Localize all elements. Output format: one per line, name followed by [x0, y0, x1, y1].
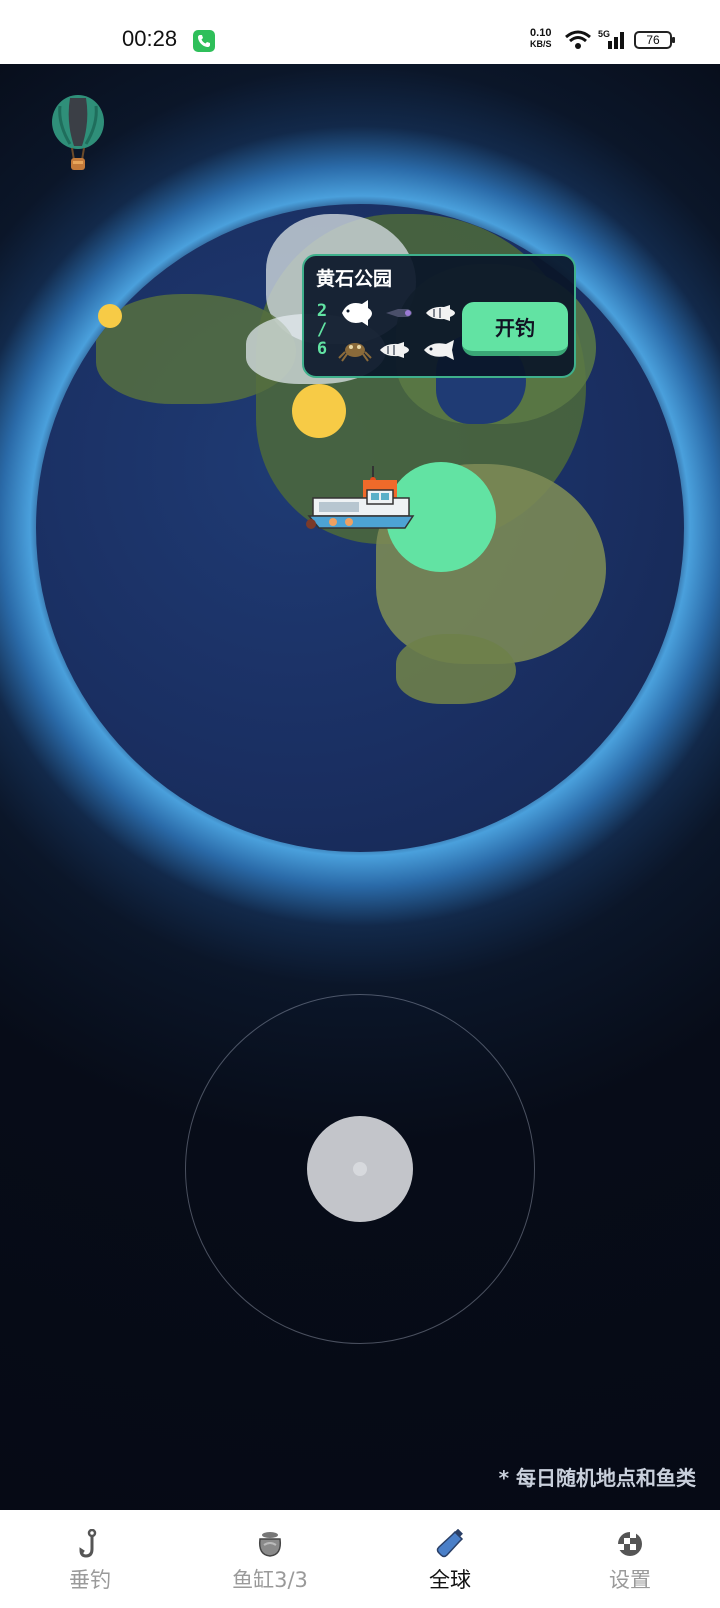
start-fishing-button[interactable]: 开钓 [462, 302, 568, 356]
fish-row [338, 298, 462, 332]
mexico-land [396, 634, 516, 704]
fishing-boat-icon [305, 466, 417, 540]
network-speed-unit: KB/S [530, 39, 552, 49]
fish-tank-icon [254, 1528, 286, 1560]
crab-icon [338, 338, 372, 366]
tab-label: 设置 [609, 1568, 651, 1592]
network-speed: 0.10 KB/S [530, 28, 552, 50]
tab-global[interactable]: 全球 [360, 1510, 540, 1608]
tab-settings[interactable]: 设置 [540, 1510, 720, 1608]
network-speed-value: 0.10 [530, 27, 552, 39]
tab-label: 全球 [429, 1568, 471, 1592]
uncaught-fish-icon [378, 340, 416, 364]
tab-label: 垂钓 [69, 1568, 111, 1592]
phone-call-icon [193, 30, 215, 52]
daily-random-note: * 每日随机地点和鱼类 [498, 1466, 696, 1490]
tab-label: 鱼缸3/3 [232, 1568, 308, 1592]
tab-fish-tank[interactable]: 鱼缸3/3 [180, 1510, 360, 1608]
bottle-icon [434, 1528, 466, 1560]
south-america-land [596, 744, 684, 852]
status-bar: 00:28 0.10 KB/S 5G 76 [0, 0, 720, 64]
location-name: 黄石公园 [316, 268, 393, 290]
cellular-signal-icon: 5G [598, 28, 628, 54]
tab-fishing[interactable]: 垂钓 [0, 1510, 180, 1608]
caught-count: 2 [316, 301, 328, 321]
uncaught-fish-icon [422, 339, 460, 365]
fishing-spot-marker[interactable] [98, 304, 122, 328]
battery-icon: 76 [634, 31, 675, 49]
status-time: 00:28 [122, 26, 178, 51]
fishing-spot-marker[interactable] [292, 384, 346, 438]
hot-air-balloon-icon[interactable] [50, 94, 106, 182]
network-type: 5G [598, 29, 610, 39]
bottom-tab-bar: 垂钓 鱼缸3/3 全球 设置 [0, 1510, 720, 1608]
caught-fish-icon [384, 303, 418, 327]
joystick-center-dot [353, 1162, 367, 1176]
progress-separator: / [316, 320, 328, 340]
wifi-icon [564, 30, 592, 54]
world-map[interactable]: 黄石公园 2 / 6 开钓 * 每日随机地点和鱼类 [0, 64, 720, 1510]
uncaught-fish-icon [424, 303, 462, 327]
caught-fish-icon [338, 298, 378, 332]
catch-progress: 2 / 6 [314, 302, 330, 359]
fishing-hook-icon [74, 1528, 106, 1560]
location-popup: 黄石公园 2 / 6 开钓 [302, 254, 576, 378]
total-count: 6 [316, 339, 328, 359]
settings-icon [614, 1528, 646, 1560]
fish-row [338, 338, 460, 366]
